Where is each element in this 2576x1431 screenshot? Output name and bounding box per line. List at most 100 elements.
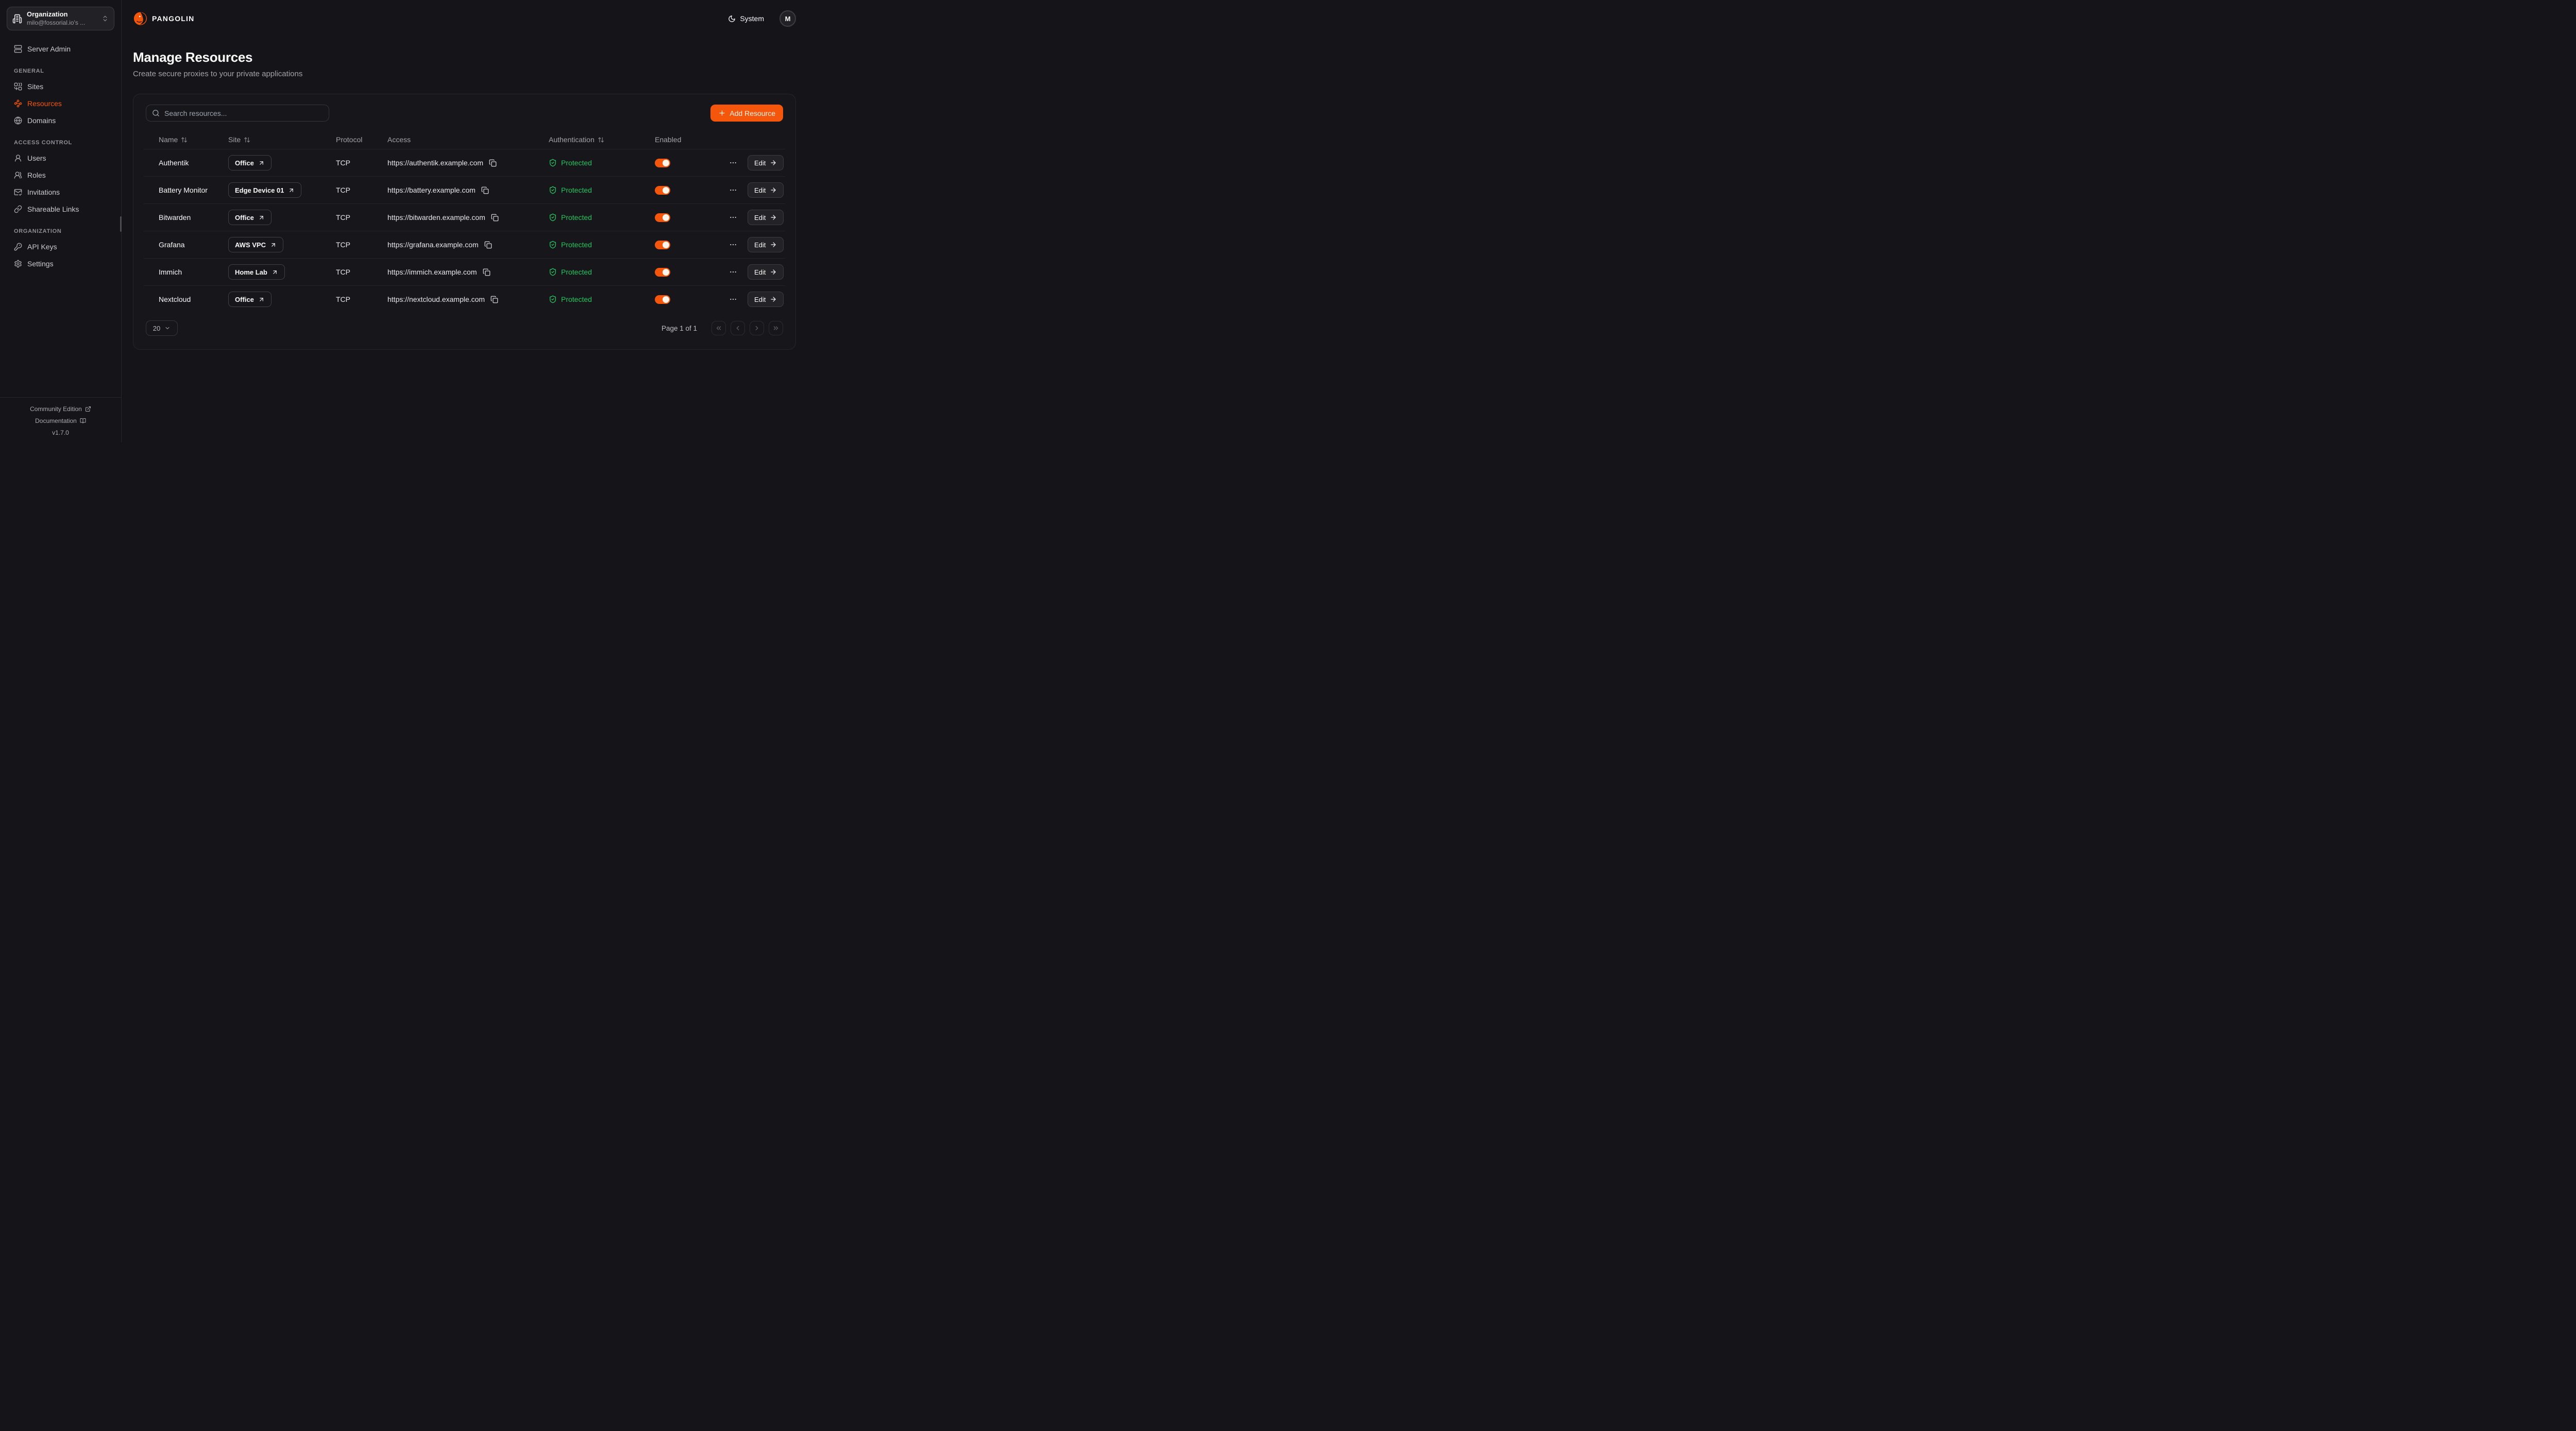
resource-access-url: https://nextcloud.example.com: [387, 295, 485, 303]
sidebar-item-invitations[interactable]: Invitations: [0, 183, 121, 200]
site-link-button[interactable]: Office: [228, 292, 272, 307]
page-info: Page 1 of 1: [662, 325, 697, 332]
sidebar-item-shareable-links[interactable]: Shareable Links: [0, 200, 121, 217]
edit-button[interactable]: Edit: [748, 292, 784, 307]
copy-url-button[interactable]: [484, 241, 492, 249]
column-header-name[interactable]: Name: [159, 135, 228, 144]
copy-url-button[interactable]: [490, 296, 498, 303]
documentation-link[interactable]: Documentation: [35, 415, 86, 426]
site-link-button[interactable]: Home Lab: [228, 264, 285, 280]
section-heading-organization: ORGANIZATION: [0, 228, 121, 234]
sidebar-item-label: Resources: [27, 99, 62, 108]
search-input[interactable]: [146, 105, 329, 122]
site-link-button[interactable]: Edge Device 01: [228, 182, 301, 198]
enabled-toggle[interactable]: [655, 213, 670, 222]
ellipsis-icon: [729, 268, 737, 276]
site-link-button[interactable]: Office: [228, 210, 272, 225]
users-icon: [14, 171, 22, 179]
pager-buttons: [711, 321, 783, 335]
copy-url-button[interactable]: [483, 268, 490, 276]
enabled-toggle[interactable]: [655, 268, 670, 277]
previous-page-button[interactable]: [731, 321, 745, 335]
enabled-toggle[interactable]: [655, 295, 670, 304]
next-page-button[interactable]: [750, 321, 764, 335]
table-row: Immich Home Lab TCP https://immich.examp…: [144, 258, 785, 285]
enabled-toggle[interactable]: [655, 186, 670, 195]
sort-icon[interactable]: [181, 137, 188, 143]
ellipsis-icon: [729, 186, 737, 194]
documentation-label: Documentation: [35, 417, 77, 424]
sidebar-item-label: Settings: [27, 260, 54, 268]
ellipsis-icon: [729, 159, 737, 167]
copy-icon: [484, 241, 492, 249]
chevron-down-icon: [164, 325, 171, 331]
sidebar: Organization milo@fossorial.io's ... Ser…: [0, 0, 122, 442]
auth-status-badge: Protected: [549, 213, 655, 222]
section-heading-access-control: ACCESS CONTROL: [0, 140, 121, 146]
arrow-right-icon: [770, 268, 777, 276]
edit-button[interactable]: Edit: [748, 264, 784, 280]
shield-check-icon: [549, 213, 557, 222]
column-header-authentication[interactable]: Authentication: [549, 135, 655, 144]
waypoints-icon: [14, 99, 22, 108]
site-link-button[interactable]: Office: [228, 155, 272, 171]
first-page-button[interactable]: [711, 321, 726, 335]
sort-icon[interactable]: [244, 137, 250, 143]
search-wrap: [146, 105, 329, 122]
search-icon: [152, 109, 160, 117]
brand[interactable]: PANGOLIN: [133, 11, 194, 26]
server-icon: [14, 45, 22, 53]
enabled-toggle[interactable]: [655, 241, 670, 249]
row-menu-button[interactable]: [729, 295, 737, 303]
resource-protocol: TCP: [336, 295, 387, 303]
page-size-select[interactable]: 20: [146, 320, 178, 336]
table-row: Grafana AWS VPC TCP https://grafana.exam…: [144, 231, 785, 258]
resource-name: Authentik: [159, 159, 228, 167]
org-switcher[interactable]: Organization milo@fossorial.io's ...: [7, 7, 114, 30]
edit-button[interactable]: Edit: [748, 155, 784, 171]
sidebar-item-users[interactable]: Users: [0, 149, 121, 166]
sidebar-scrollbar-thumb[interactable]: [120, 216, 122, 232]
row-menu-button[interactable]: [729, 186, 737, 194]
book-open-icon: [80, 418, 86, 424]
copy-url-button[interactable]: [481, 186, 489, 194]
sidebar-item-sites[interactable]: Sites: [0, 78, 121, 95]
row-menu-button[interactable]: [729, 241, 737, 249]
moon-icon: [728, 15, 736, 23]
sidebar-item-roles[interactable]: Roles: [0, 166, 121, 183]
resource-name: Grafana: [159, 241, 228, 249]
theme-toggle-button[interactable]: System: [728, 14, 764, 23]
sidebar-item-api-keys[interactable]: API Keys: [0, 238, 121, 255]
table-row: Bitwarden Office TCP https://bitwarden.e…: [144, 203, 785, 231]
chevrons-right-icon: [772, 325, 779, 332]
row-menu-button[interactable]: [729, 268, 737, 276]
copy-url-button[interactable]: [489, 159, 497, 167]
sidebar-item-domains[interactable]: Domains: [0, 112, 121, 129]
sidebar-item-resources[interactable]: Resources: [0, 95, 121, 112]
row-menu-button[interactable]: [729, 159, 737, 167]
mail-check-icon: [14, 188, 22, 196]
copy-url-button[interactable]: [491, 214, 499, 222]
avatar[interactable]: M: [779, 10, 796, 27]
edit-button[interactable]: Edit: [748, 210, 784, 225]
sidebar-item-server-admin[interactable]: Server Admin: [0, 40, 121, 57]
resource-protocol: TCP: [336, 213, 387, 222]
row-menu-button[interactable]: [729, 213, 737, 222]
column-header-enabled: Enabled: [655, 135, 729, 144]
add-resource-button[interactable]: Add Resource: [710, 105, 783, 122]
sort-icon[interactable]: [598, 137, 604, 143]
enabled-toggle[interactable]: [655, 159, 670, 167]
site-link-button[interactable]: AWS VPC: [228, 237, 283, 252]
table-header: Name Site Protocol Access Authentication…: [144, 130, 785, 149]
community-edition-link[interactable]: Community Edition: [30, 403, 91, 414]
resource-access-url: https://bitwarden.example.com: [387, 213, 485, 222]
table-row: Nextcloud Office TCP https://nextcloud.e…: [144, 285, 785, 313]
resource-name: Immich: [159, 268, 228, 276]
edit-button[interactable]: Edit: [748, 182, 784, 198]
last-page-button[interactable]: [769, 321, 783, 335]
column-header-site[interactable]: Site: [228, 135, 336, 144]
edit-button[interactable]: Edit: [748, 237, 784, 252]
avatar-initial: M: [785, 15, 791, 23]
sidebar-item-settings[interactable]: Settings: [0, 255, 121, 272]
table-row: Battery Monitor Edge Device 01 TCP https…: [144, 176, 785, 203]
